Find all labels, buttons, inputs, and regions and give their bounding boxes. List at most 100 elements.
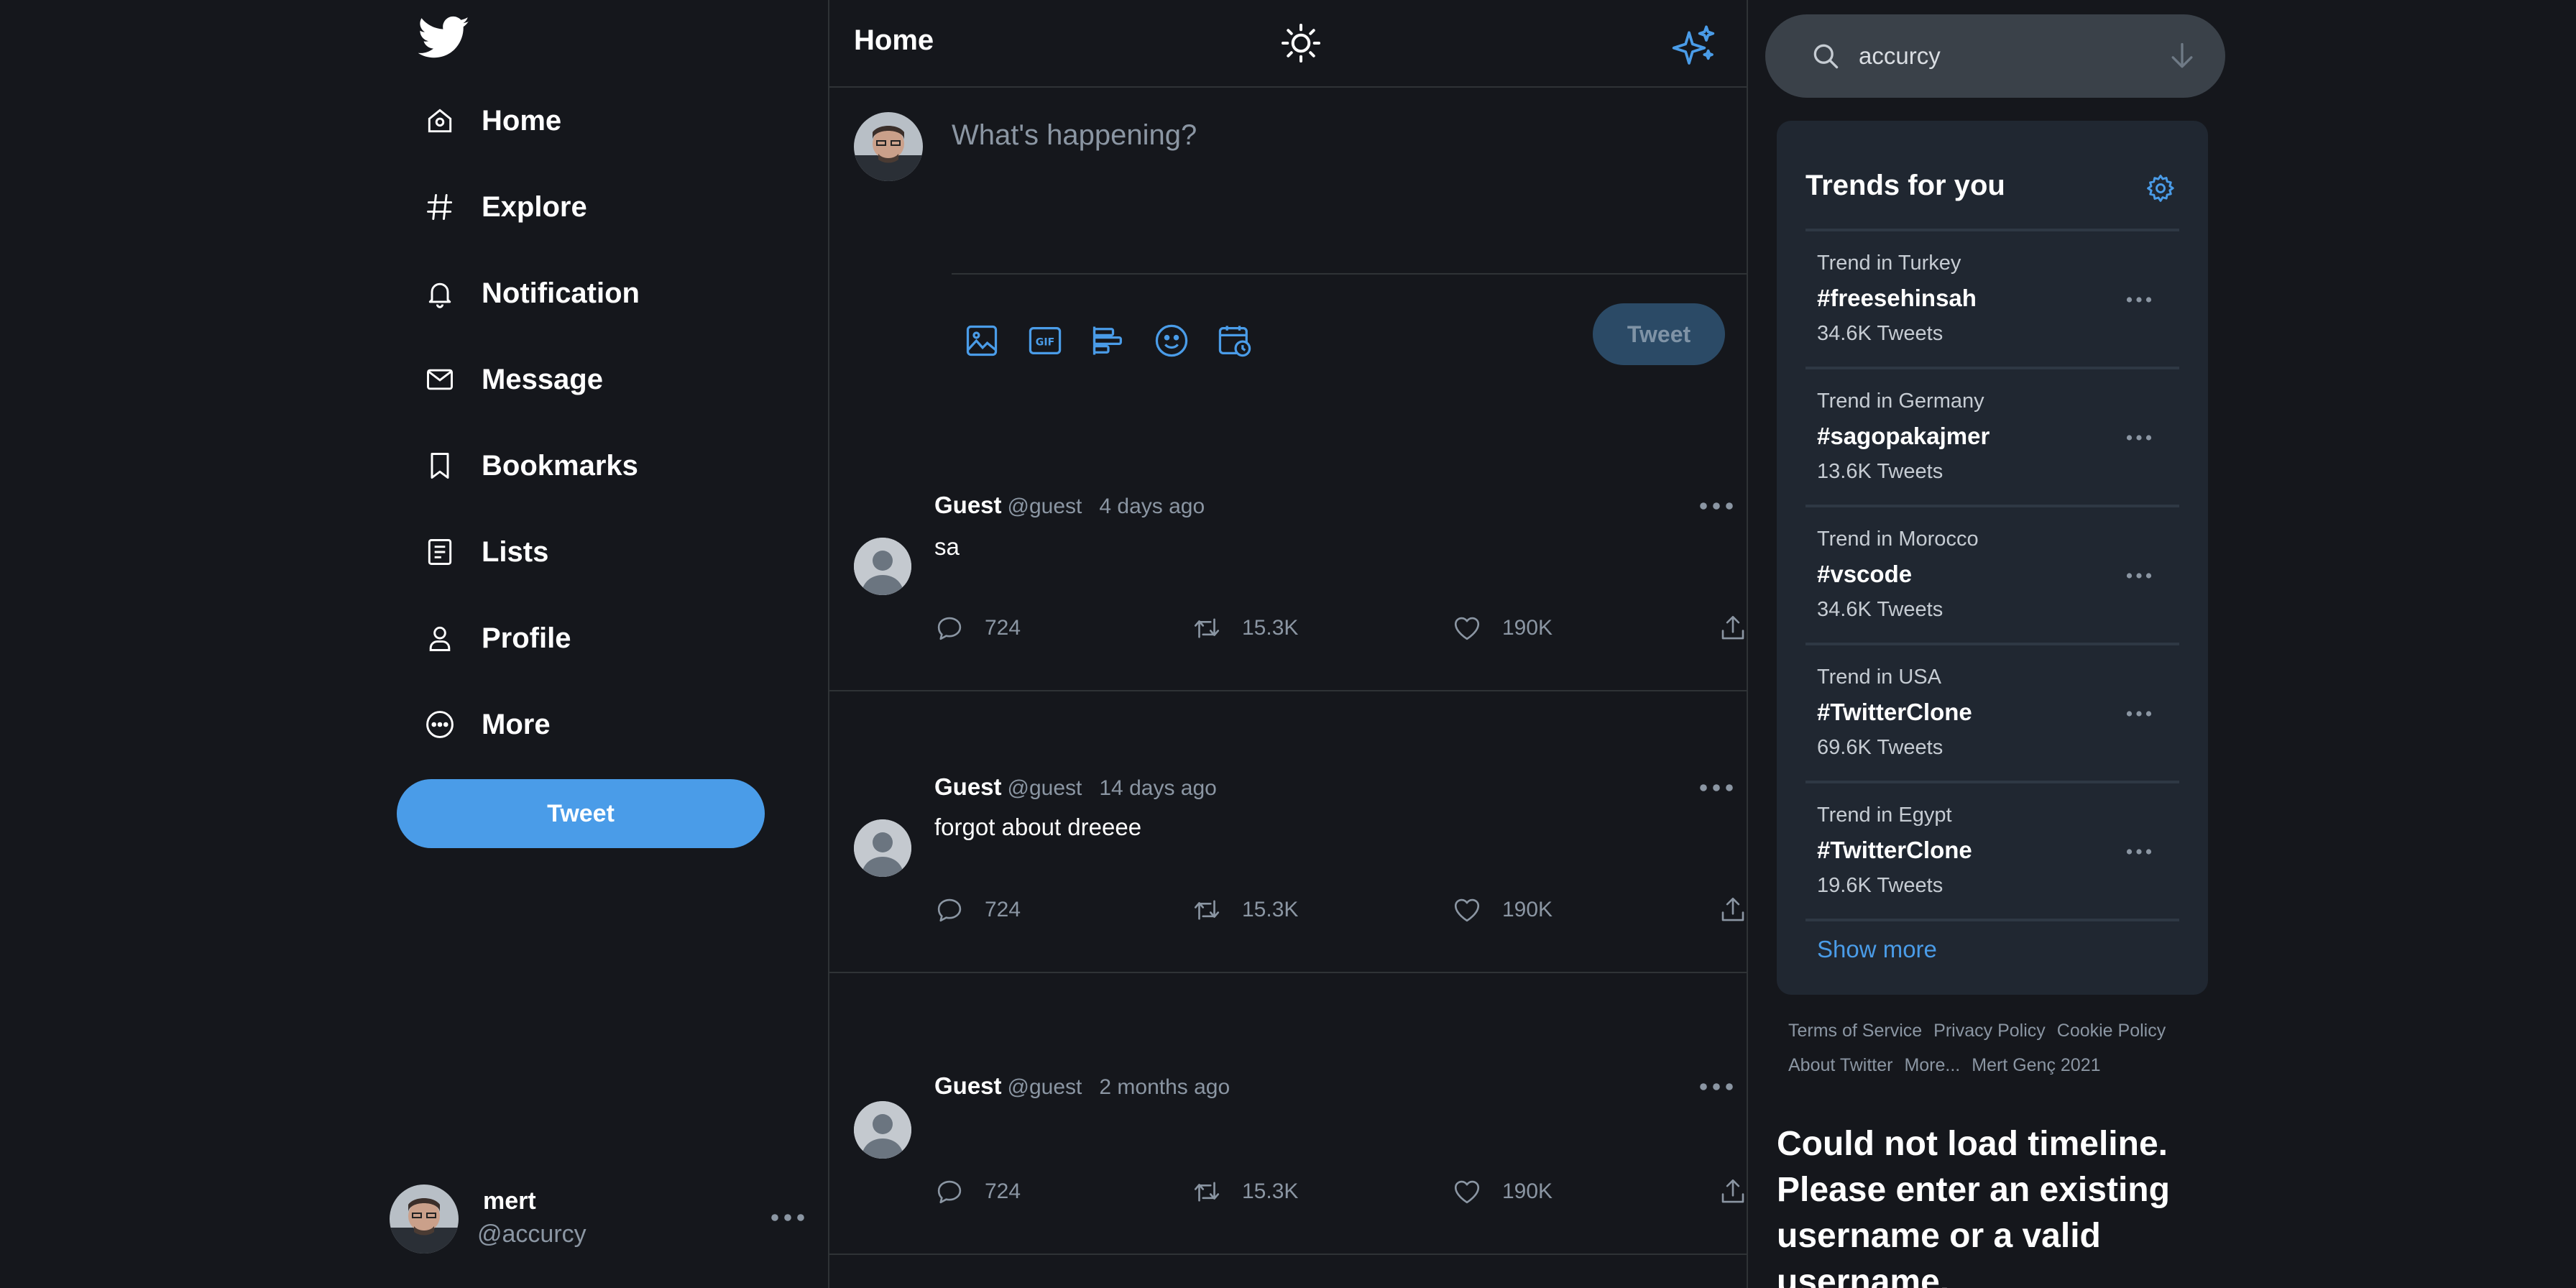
retweet-button[interactable]: 15.3K <box>1192 1172 1298 1212</box>
nav-home[interactable]: Home <box>420 91 561 151</box>
trend-item[interactable]: Trend in USA #TwitterClone 69.6K Tweets <box>1806 645 2179 782</box>
tweet-author[interactable]: Guest <box>934 1072 1002 1100</box>
footer-copyright: Mert Genç 2021 <box>1972 1054 2101 1075</box>
more-dots-icon[interactable] <box>1696 492 1736 520</box>
trend-item[interactable]: Trend in Germany #sagopakajmer 13.6K Twe… <box>1806 369 2179 506</box>
nav-lists-label: Lists <box>482 535 549 568</box>
footer-link-privacy[interactable]: Privacy Policy <box>1933 1021 2046 1041</box>
reply-icon <box>937 617 962 640</box>
trend-item[interactable]: Trend in Morocco #vscode 34.6K Tweets <box>1806 507 2179 644</box>
nav-notification-label: Notification <box>482 277 640 309</box>
trend-tag[interactable]: #freesehinsah <box>1817 285 1977 312</box>
arrow-down-icon[interactable] <box>2166 40 2198 72</box>
emoji-icon[interactable] <box>1150 319 1193 362</box>
gif-icon[interactable]: GIF <box>1024 319 1067 362</box>
trend-tag[interactable]: #vscode <box>1817 561 1912 588</box>
nav-message[interactable]: Message <box>420 349 603 410</box>
nav-more[interactable]: More <box>420 694 551 755</box>
gear-icon[interactable] <box>2145 172 2176 204</box>
retweet-count: 15.3K <box>1242 616 1299 640</box>
sparkle-icon[interactable] <box>1672 23 1718 69</box>
hashtag-icon <box>420 187 460 227</box>
tweet-button[interactable]: Tweet <box>397 779 765 848</box>
retweet-button[interactable]: 15.3K <box>1192 890 1298 930</box>
twitter-bird-icon[interactable] <box>418 12 470 63</box>
search-bar[interactable] <box>1765 14 2225 98</box>
like-button[interactable]: 190K <box>1452 1172 1552 1212</box>
divider <box>952 273 1747 275</box>
share-icon <box>1721 1179 1744 1203</box>
show-more-link[interactable]: Show more <box>1817 936 1937 963</box>
reply-button[interactable]: 724 <box>934 890 1021 930</box>
tweet-handle[interactable]: @guest <box>1008 776 1082 801</box>
image-icon[interactable] <box>960 319 1003 362</box>
trends-title: Trends for you <box>1806 170 2005 201</box>
nav-lists[interactable]: Lists <box>420 522 548 582</box>
trend-item[interactable]: Trend in Turkey #freesehinsah 34.6K Twee… <box>1806 231 2179 368</box>
tweet-handle[interactable]: @guest <box>1008 494 1082 519</box>
more-dots-icon[interactable] <box>2123 289 2155 310</box>
compose-tweet-button[interactable]: Tweet <box>1593 303 1725 365</box>
reply-button[interactable]: 724 <box>934 1172 1021 1212</box>
nav-profile-label: Profile <box>482 622 571 654</box>
share-button[interactable] <box>1718 890 1748 930</box>
avatar[interactable] <box>854 538 911 595</box>
tweet-item[interactable]: Guest @guest 2 months ago 724 15.3K 190K <box>829 973 1747 1255</box>
tweet-header: Guest @guest 4 days ago <box>934 492 1205 519</box>
avatar[interactable] <box>854 1101 911 1159</box>
like-count: 190K <box>1502 616 1553 640</box>
trend-count: 34.6K Tweets <box>1817 322 1944 345</box>
footer-link-terms[interactable]: Terms of Service <box>1788 1021 1922 1041</box>
retweet-count: 15.3K <box>1242 898 1299 921</box>
more-dots-icon[interactable] <box>1696 1072 1736 1101</box>
nav-notification[interactable]: Notification <box>420 263 640 323</box>
like-count: 190K <box>1502 898 1553 921</box>
more-dots-icon[interactable] <box>2123 565 2155 586</box>
trend-item[interactable]: Trend in Egypt #TwitterClone 19.6K Tweet… <box>1806 783 2179 920</box>
nav-profile[interactable]: Profile <box>420 608 571 668</box>
trend-tag[interactable]: #sagopakajmer <box>1817 423 1990 450</box>
retweet-count: 15.3K <box>1242 1179 1299 1203</box>
share-button[interactable] <box>1718 608 1748 648</box>
tweet-actions: 724 15.3K 190K <box>934 1172 1747 1212</box>
tweet-item[interactable]: Guest @guest 14 days ago forgot about dr… <box>829 691 1747 973</box>
like-button[interactable]: 190K <box>1452 608 1552 648</box>
nav-explore[interactable]: Explore <box>420 177 587 237</box>
footer-link-cookie[interactable]: Cookie Policy <box>2057 1021 2166 1041</box>
like-button[interactable]: 190K <box>1452 890 1552 930</box>
schedule-icon[interactable] <box>1213 319 1256 362</box>
compose-input[interactable] <box>952 114 1714 157</box>
avatar[interactable] <box>854 819 911 877</box>
nav-explore-label: Explore <box>482 190 587 223</box>
poll-icon[interactable] <box>1087 319 1130 362</box>
tweet-author[interactable]: Guest <box>934 492 1002 519</box>
more-dots-icon[interactable] <box>2123 703 2155 724</box>
retweet-button[interactable]: 15.3K <box>1192 608 1298 648</box>
tweet-item[interactable]: Guest @guest 4 days ago sa 724 15.3K 190… <box>829 426 1747 691</box>
sun-icon[interactable] <box>1279 22 1322 65</box>
reply-count: 724 <box>985 616 1021 640</box>
trend-count: 34.6K Tweets <box>1817 598 1944 621</box>
account-switcher[interactable]: mert @accurcy <box>390 1182 806 1254</box>
footer-link-more[interactable]: More... <box>1904 1055 1960 1076</box>
reply-button[interactable]: 724 <box>934 608 1021 648</box>
search-input[interactable] <box>1859 34 2146 78</box>
nav-bookmarks[interactable]: Bookmarks <box>420 436 638 496</box>
list-icon <box>420 532 460 572</box>
tweet-text: sa <box>934 533 960 560</box>
footer-link-about[interactable]: About Twitter <box>1788 1055 1892 1076</box>
trend-tag[interactable]: #TwitterClone <box>1817 699 1972 726</box>
more-dots-icon[interactable] <box>2123 427 2155 448</box>
heart-icon <box>1454 1180 1480 1204</box>
trend-location: Trend in Morocco <box>1817 528 1979 551</box>
tweet-author[interactable]: Guest <box>934 773 1002 801</box>
tweet-handle[interactable]: @guest <box>1008 1075 1082 1100</box>
more-dots-icon[interactable] <box>2123 841 2155 862</box>
more-dots-icon[interactable] <box>1696 773 1736 802</box>
like-count: 190K <box>1502 1179 1553 1203</box>
reply-icon <box>937 1180 962 1204</box>
trends-panel: Trends for you Trend in Turkey #freesehi… <box>1777 121 2208 995</box>
more-dots-icon[interactable] <box>768 1203 808 1232</box>
trend-tag[interactable]: #TwitterClone <box>1817 837 1972 864</box>
share-button[interactable] <box>1718 1172 1748 1212</box>
